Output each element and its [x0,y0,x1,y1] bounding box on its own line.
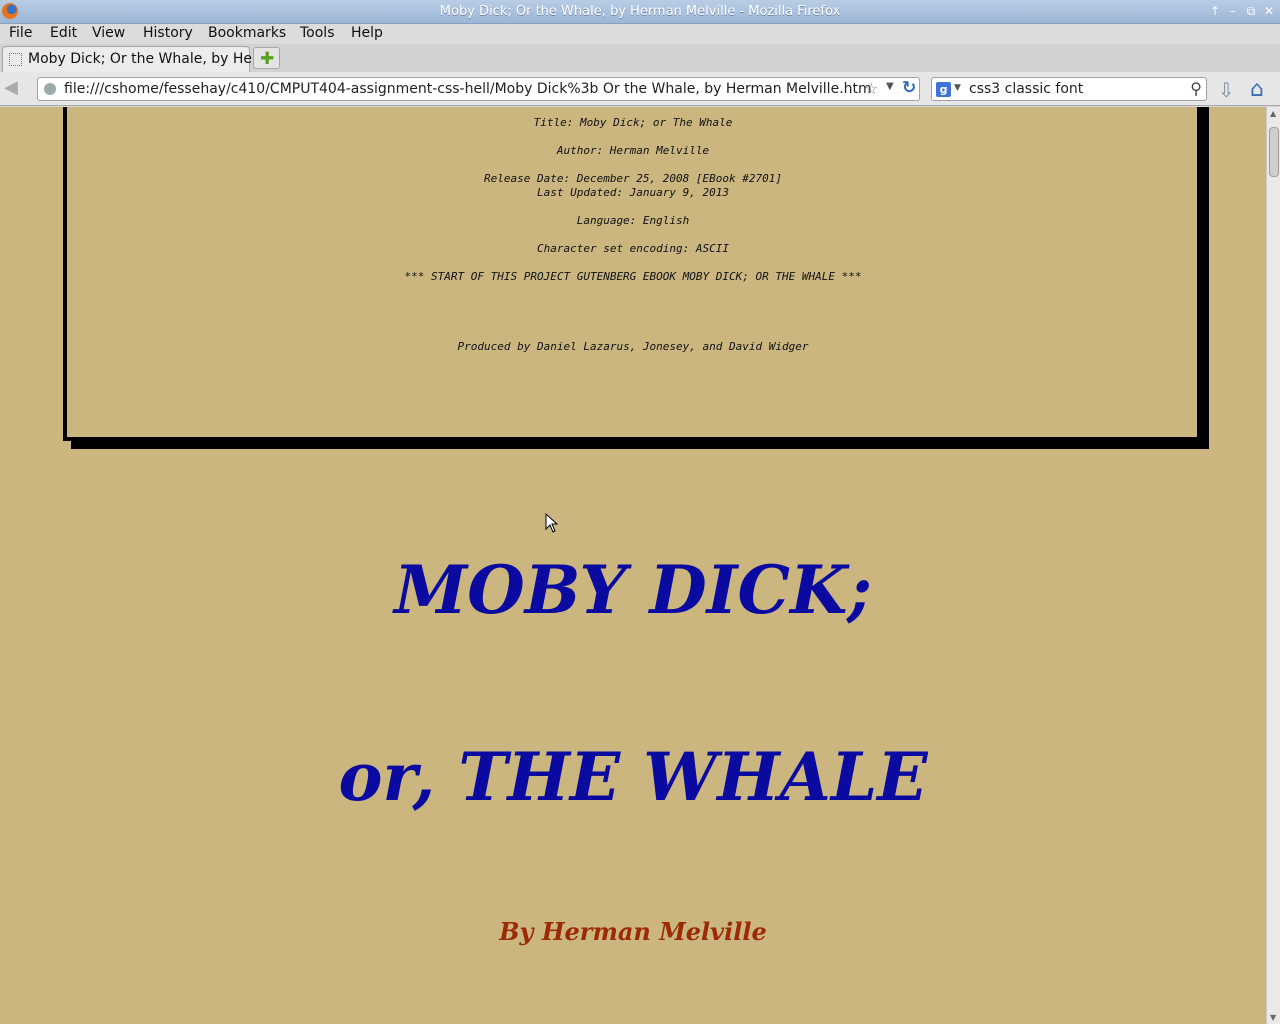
window-close-icon[interactable]: ✕ [1262,4,1276,18]
reload-icon[interactable]: ↻ [902,78,916,98]
window-controls: ↑ – ⧉ ✕ [1208,4,1276,18]
search-icon[interactable]: ⚲ [1190,79,1202,98]
back-button[interactable]: ◀ [4,79,30,99]
header-encoding-line: Character set encoding: ASCII [536,242,730,255]
window-minimize-icon[interactable]: – [1226,4,1240,18]
search-input[interactable]: css3 classic font [969,81,1083,97]
tab-moby-dick[interactable]: Moby Dick; Or the Whale, by He... [2,46,265,72]
navigation-toolbar: ◀ file:///cshome/fessehay/c410/CMPUT404-… [0,72,1280,106]
new-tab-button[interactable]: ✚ [253,47,280,69]
scrollbar-thumb[interactable] [1269,127,1279,177]
page-favicon-icon [9,53,22,66]
search-bar[interactable]: g ▼ css3 classic font ⚲ [931,77,1207,101]
book-title-line-2: or, THE WHALE [338,738,928,816]
download-arrow-icon: ⇩ [1218,78,1235,102]
window-maximize-icon[interactable]: ⧉ [1244,4,1258,18]
menu-bookmarks[interactable]: Bookmarks [208,25,286,41]
url-bar[interactable]: file:///cshome/fessehay/c410/CMPUT404-as… [37,77,920,101]
downloads-button[interactable]: ⇩ [1218,78,1240,102]
search-engine-icon[interactable]: g [936,82,951,97]
header-author-line: Author: Herman Melville [556,144,710,157]
plus-icon: ✚ [260,49,275,69]
header-language-line: Language: English [576,214,690,227]
url-input[interactable]: file:///cshome/fessehay/c410/CMPUT404-as… [64,81,872,97]
url-dropdown-icon[interactable]: ▼ [886,81,894,92]
book-title-line-1: MOBY DICK; [394,551,872,629]
site-identity-icon[interactable] [44,83,56,95]
window-title: Moby Dick; Or the Whale, by Herman Melvi… [439,4,841,19]
page-content: Title: Moby Dick; or The Whale Author: H… [0,107,1266,1024]
vertical-scrollbar[interactable]: ▲ ▼ [1266,107,1280,1024]
menu-history[interactable]: History [143,25,193,41]
header-produced-line: Produced by Daniel Lazarus, Jonesey, and… [457,340,809,353]
scroll-up-icon[interactable]: ▲ [1270,109,1276,118]
menu-tools[interactable]: Tools [300,25,335,41]
menu-bar: File Edit View History Bookmarks Tools H… [0,24,1280,44]
scroll-down-icon[interactable]: ▼ [1270,1013,1276,1022]
bookmark-star-icon[interactable]: ☆ [864,79,878,98]
header-start-line: *** START OF THIS PROJECT GUTENBERG EBOO… [404,270,862,283]
tab-label: Moby Dick; Or the Whale, by He... [28,51,266,67]
header-updated-line: Last Updated: January 9, 2013 [536,186,730,199]
back-arrow-icon: ◀ [4,77,18,98]
home-button[interactable]: ⌂ [1250,77,1274,102]
header-release-line: Release Date: December 25, 2008 [EBook #… [483,172,782,185]
engine-dropdown-icon[interactable]: ▼ [954,83,961,93]
menu-view[interactable]: View [92,25,125,41]
menu-file[interactable]: File [9,25,32,41]
book-author: By Herman Melville [499,917,767,946]
tab-bar: Moby Dick; Or the Whale, by He... ✚ [0,44,1280,72]
header-title-line: Title: Moby Dick; or The Whale [533,116,733,129]
window-up-icon[interactable]: ↑ [1208,4,1222,18]
menu-edit[interactable]: Edit [50,25,77,41]
window-titlebar: Moby Dick; Or the Whale, by Herman Melvi… [0,0,1280,24]
home-icon: ⌂ [1250,77,1264,102]
menu-help[interactable]: Help [351,25,383,41]
